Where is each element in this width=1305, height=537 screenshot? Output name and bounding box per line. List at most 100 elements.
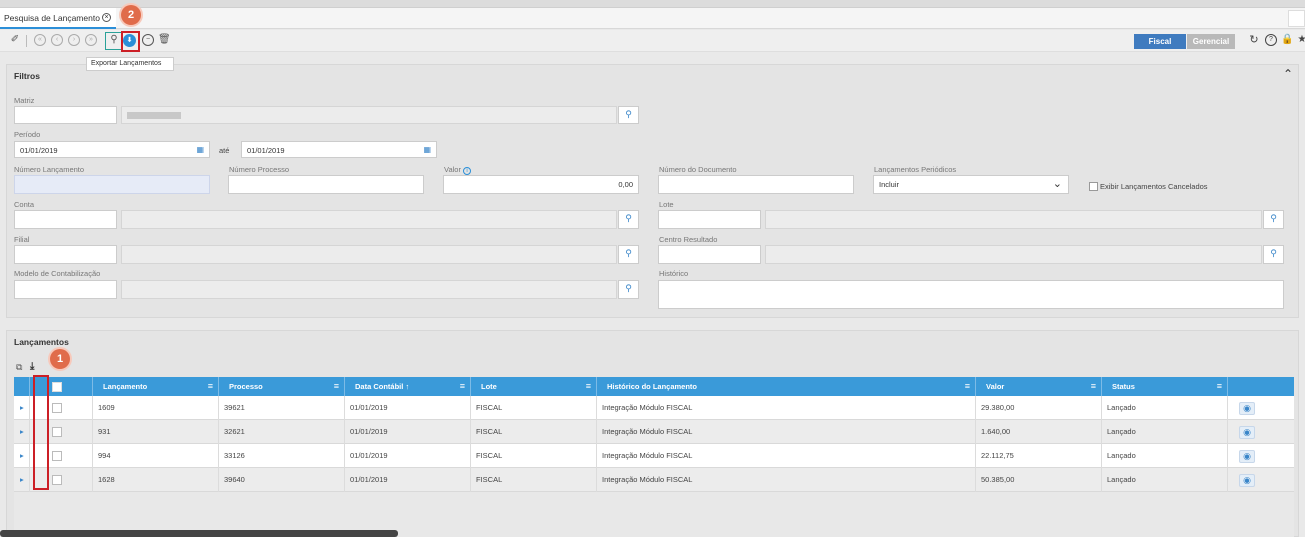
lote-code-input[interactable] bbox=[658, 210, 761, 229]
cell-valor: 22.112,75 bbox=[976, 444, 1102, 468]
info-icon[interactable]: i bbox=[463, 167, 472, 175]
matriz-search-button[interactable]: ⚲ bbox=[618, 106, 639, 124]
refresh-icon[interactable]: ↻ bbox=[1248, 34, 1260, 46]
cell-status: Lançado bbox=[1102, 396, 1228, 420]
view-eye-icon[interactable]: ◉ bbox=[1239, 450, 1255, 463]
filial-search-button[interactable]: ⚲ bbox=[618, 245, 639, 264]
numero-processo-input[interactable] bbox=[228, 175, 424, 194]
select-all-checkbox[interactable] bbox=[52, 382, 62, 392]
column-menu-icon[interactable]: ≡ bbox=[1217, 377, 1222, 396]
cell-valor: 1.640,00 bbox=[976, 420, 1102, 444]
column-menu-icon[interactable]: ≡ bbox=[208, 377, 213, 396]
export-icon[interactable]: ⤓ bbox=[30, 361, 34, 372]
expand-row-icon[interactable]: ▸ bbox=[14, 444, 30, 468]
trash-icon[interactable]: 🗑 bbox=[158, 34, 171, 46]
row-checkbox[interactable] bbox=[52, 427, 62, 437]
lote-search-button[interactable]: ⚲ bbox=[1263, 210, 1284, 229]
toolbar-divider bbox=[26, 35, 27, 47]
numero-documento-label: Número do Documento bbox=[659, 165, 737, 174]
filial-code-input[interactable] bbox=[14, 245, 117, 264]
col-data-contabil[interactable]: Data Contábil ↑ ≡ bbox=[345, 377, 471, 396]
cell-historico: Integração Módulo FISCAL bbox=[597, 420, 976, 444]
column-menu-icon[interactable]: ≡ bbox=[965, 377, 970, 396]
row-checkbox[interactable] bbox=[52, 451, 62, 461]
cell-lote: FISCAL bbox=[471, 468, 597, 492]
star-icon[interactable]: ★ bbox=[1296, 34, 1305, 46]
copy-icon[interactable]: ⧉ bbox=[16, 362, 22, 373]
close-tab-icon[interactable]: × bbox=[102, 13, 111, 22]
column-menu-icon[interactable]: ≡ bbox=[334, 377, 339, 396]
collapse-icon[interactable]: ⌃ bbox=[1283, 67, 1293, 81]
valor-input[interactable]: 0,00 bbox=[443, 175, 639, 194]
col-lancamento[interactable]: Lançamento ≡ bbox=[93, 377, 219, 396]
cell-actions: ◉ bbox=[1228, 444, 1294, 468]
filial-name-input bbox=[121, 245, 617, 264]
cell-lote: FISCAL bbox=[471, 420, 597, 444]
row-checkbox[interactable] bbox=[52, 403, 62, 413]
annotation-badge-1: 1 bbox=[50, 349, 70, 369]
col-lote[interactable]: Lote ≡ bbox=[471, 377, 597, 396]
cell-processo: 39640 bbox=[219, 468, 345, 492]
tab-pesquisa-lancamento[interactable]: Pesquisa de Lançamento × bbox=[0, 8, 116, 29]
lock-icon[interactable]: 🔒 bbox=[1281, 34, 1293, 46]
cell-lancamento: 1609 bbox=[93, 396, 219, 420]
cell-historico: Integração Módulo FISCAL bbox=[597, 444, 976, 468]
matriz-code-input[interactable] bbox=[14, 106, 117, 124]
conta-code-input[interactable] bbox=[14, 210, 117, 229]
gerencial-toggle[interactable]: Gerencial bbox=[1187, 34, 1235, 49]
modelo-code-input[interactable] bbox=[14, 280, 117, 299]
col-status[interactable]: Status ≡ bbox=[1102, 377, 1228, 396]
historico-input[interactable] bbox=[658, 280, 1284, 309]
numero-lancamento-input[interactable] bbox=[14, 175, 210, 194]
last-record-icon[interactable]: » bbox=[85, 34, 97, 46]
lanc-periodicos-select[interactable]: Incluir ⌄ bbox=[873, 175, 1069, 194]
previous-record-icon[interactable]: ‹ bbox=[51, 34, 63, 46]
view-eye-icon[interactable]: ◉ bbox=[1239, 426, 1255, 439]
table-row[interactable]: ▸ 1609 39621 01/01/2019 FISCAL Integraçã… bbox=[14, 396, 1294, 420]
col-valor[interactable]: Valor ≡ bbox=[976, 377, 1102, 396]
col-historico[interactable]: Histórico do Lançamento ≡ bbox=[597, 377, 976, 396]
fiscal-toggle[interactable]: Fiscal bbox=[1134, 34, 1186, 49]
export-button-highlight bbox=[121, 31, 140, 52]
row-checkbox[interactable] bbox=[52, 475, 62, 485]
table-row[interactable]: ▸ 1628 39640 01/01/2019 FISCAL Integraçã… bbox=[14, 468, 1294, 492]
exibir-cancelados-checkbox[interactable] bbox=[1089, 182, 1098, 191]
column-menu-icon[interactable]: ≡ bbox=[1091, 377, 1096, 396]
numero-documento-input[interactable] bbox=[658, 175, 854, 194]
periodo-de-input[interactable]: 01/01/2019 ▦ bbox=[14, 141, 210, 158]
centro-resultado-code-input[interactable] bbox=[658, 245, 761, 264]
first-record-icon[interactable]: « bbox=[34, 34, 46, 46]
valor-label-text: Valor bbox=[444, 165, 461, 174]
search-icon[interactable]: ⚲ bbox=[108, 34, 120, 46]
remove-icon[interactable]: − bbox=[142, 34, 154, 46]
modelo-search-button[interactable]: ⚲ bbox=[618, 280, 639, 299]
centro-resultado-search-button[interactable]: ⚲ bbox=[1263, 245, 1284, 264]
lote-label: Lote bbox=[659, 200, 674, 209]
column-menu-icon[interactable]: ≡ bbox=[586, 377, 591, 396]
view-eye-icon[interactable]: ◉ bbox=[1239, 474, 1255, 487]
table-row[interactable]: ▸ 994 33126 01/01/2019 FISCAL Integração… bbox=[14, 444, 1294, 468]
horizontal-scrollbar[interactable] bbox=[0, 530, 398, 537]
valor-label: Valor i bbox=[444, 165, 472, 175]
expand-row-icon[interactable]: ▸ bbox=[14, 468, 30, 492]
table-row[interactable]: ▸ 931 32621 01/01/2019 FISCAL Integração… bbox=[14, 420, 1294, 444]
column-menu-icon[interactable]: ≡ bbox=[460, 377, 465, 396]
broom-icon[interactable]: ✐ bbox=[9, 34, 21, 46]
periodo-label: Período bbox=[14, 130, 41, 139]
conta-search-button[interactable]: ⚲ bbox=[618, 210, 639, 229]
col-valor-label: Valor bbox=[986, 382, 1005, 391]
view-eye-icon[interactable]: ◉ bbox=[1239, 402, 1255, 415]
periodo-ate-input[interactable]: 01/01/2019 ▦ bbox=[241, 141, 437, 158]
expand-row-icon[interactable]: ▸ bbox=[14, 396, 30, 420]
next-record-icon[interactable]: › bbox=[68, 34, 80, 46]
calendar-icon[interactable]: ▦ bbox=[196, 145, 204, 154]
actions-col-header bbox=[1228, 377, 1294, 396]
calendar-icon[interactable]: ▦ bbox=[423, 145, 431, 154]
cell-valor: 29.380,00 bbox=[976, 396, 1102, 420]
cell-historico: Integração Módulo FISCAL bbox=[597, 396, 976, 420]
centro-resultado-name-input bbox=[765, 245, 1262, 264]
help-icon[interactable]: ? bbox=[1265, 34, 1277, 46]
filial-label: Filial bbox=[14, 235, 30, 244]
col-processo[interactable]: Processo ≡ bbox=[219, 377, 345, 396]
expand-row-icon[interactable]: ▸ bbox=[14, 420, 30, 444]
